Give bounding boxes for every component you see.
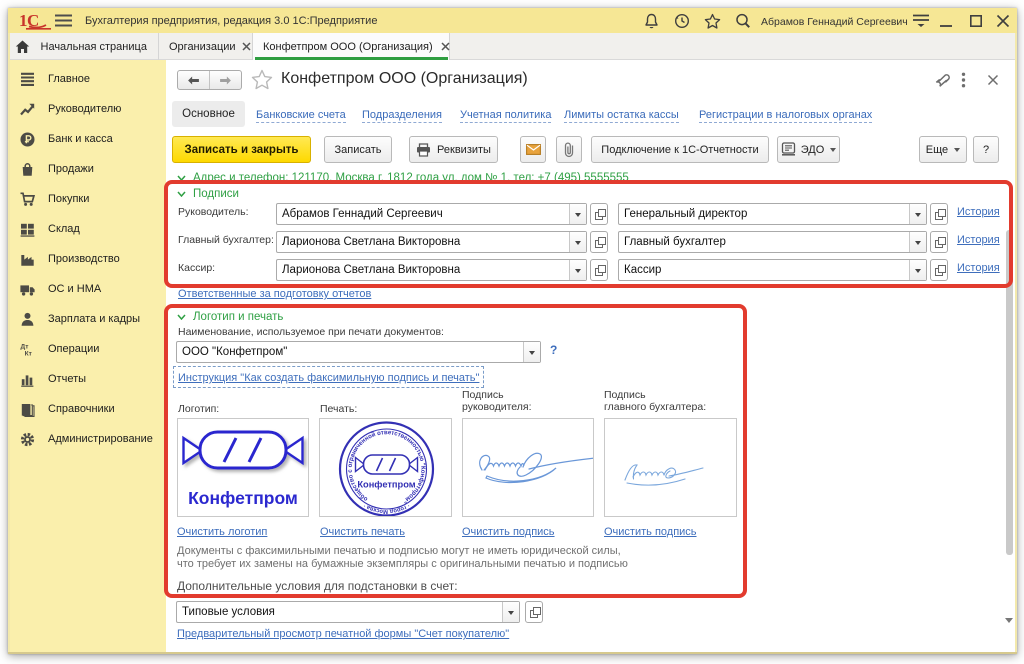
svg-text:Кт: Кт [25,350,33,357]
svg-text:Конфетпром: Конфетпром [188,488,298,508]
svg-text:Конфетпром: Конфетпром [357,480,415,490]
